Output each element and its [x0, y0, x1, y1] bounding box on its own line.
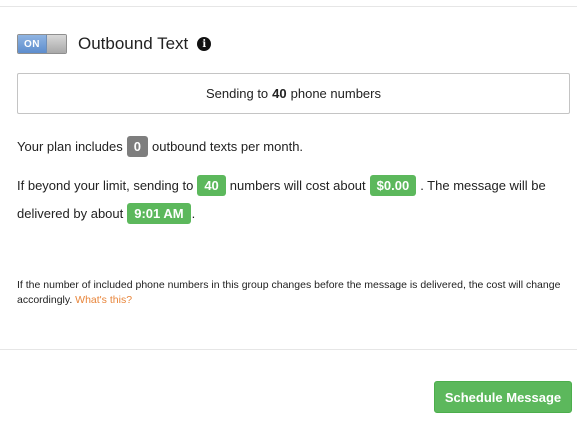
- schedule-message-button[interactable]: Schedule Message: [434, 381, 572, 413]
- cost-middle: numbers will cost about: [229, 178, 366, 193]
- top-divider: [0, 6, 577, 7]
- recipients-summary: Sending to 40 phone numbers: [17, 73, 570, 114]
- included-texts-badge: 0: [126, 136, 148, 157]
- delivery-suffix: .: [191, 206, 196, 221]
- cost-amount-badge: $0.00: [369, 175, 417, 196]
- delivery-prefix: delivered by about: [17, 206, 124, 221]
- delivery-line: delivered by about 9:01 AM .: [17, 203, 195, 224]
- cost-suffix: . The message will be: [420, 178, 546, 193]
- recipients-suffix: phone numbers: [290, 86, 381, 101]
- plan-suffix: outbound texts per month.: [152, 139, 304, 154]
- info-circle-icon[interactable]: i: [197, 37, 212, 51]
- bottom-divider: [0, 349, 577, 350]
- toggle-on-label: ON: [18, 35, 47, 53]
- section-title: Outbound Text: [78, 34, 189, 53]
- recipients-prefix: Sending to: [206, 86, 269, 101]
- plan-prefix: Your plan includes: [17, 139, 123, 154]
- outbound-text-toggle[interactable]: ON: [17, 34, 67, 54]
- cost-change-note: If the number of included phone numbers …: [17, 278, 569, 308]
- plan-line: Your plan includes 0 outbound texts per …: [17, 136, 303, 157]
- toggle-knob: [47, 35, 66, 53]
- delivery-time-badge: 9:01 AM: [127, 203, 191, 224]
- whats-this-link[interactable]: What's this?: [75, 294, 132, 306]
- cost-line: If beyond your limit, sending to 40 numb…: [17, 175, 546, 196]
- cost-prefix: If beyond your limit, sending to: [17, 178, 194, 193]
- recipients-count: 40: [272, 86, 287, 101]
- cost-count-badge: 40: [197, 175, 226, 196]
- outbound-text-header: ON Outbound Text i: [17, 33, 212, 55]
